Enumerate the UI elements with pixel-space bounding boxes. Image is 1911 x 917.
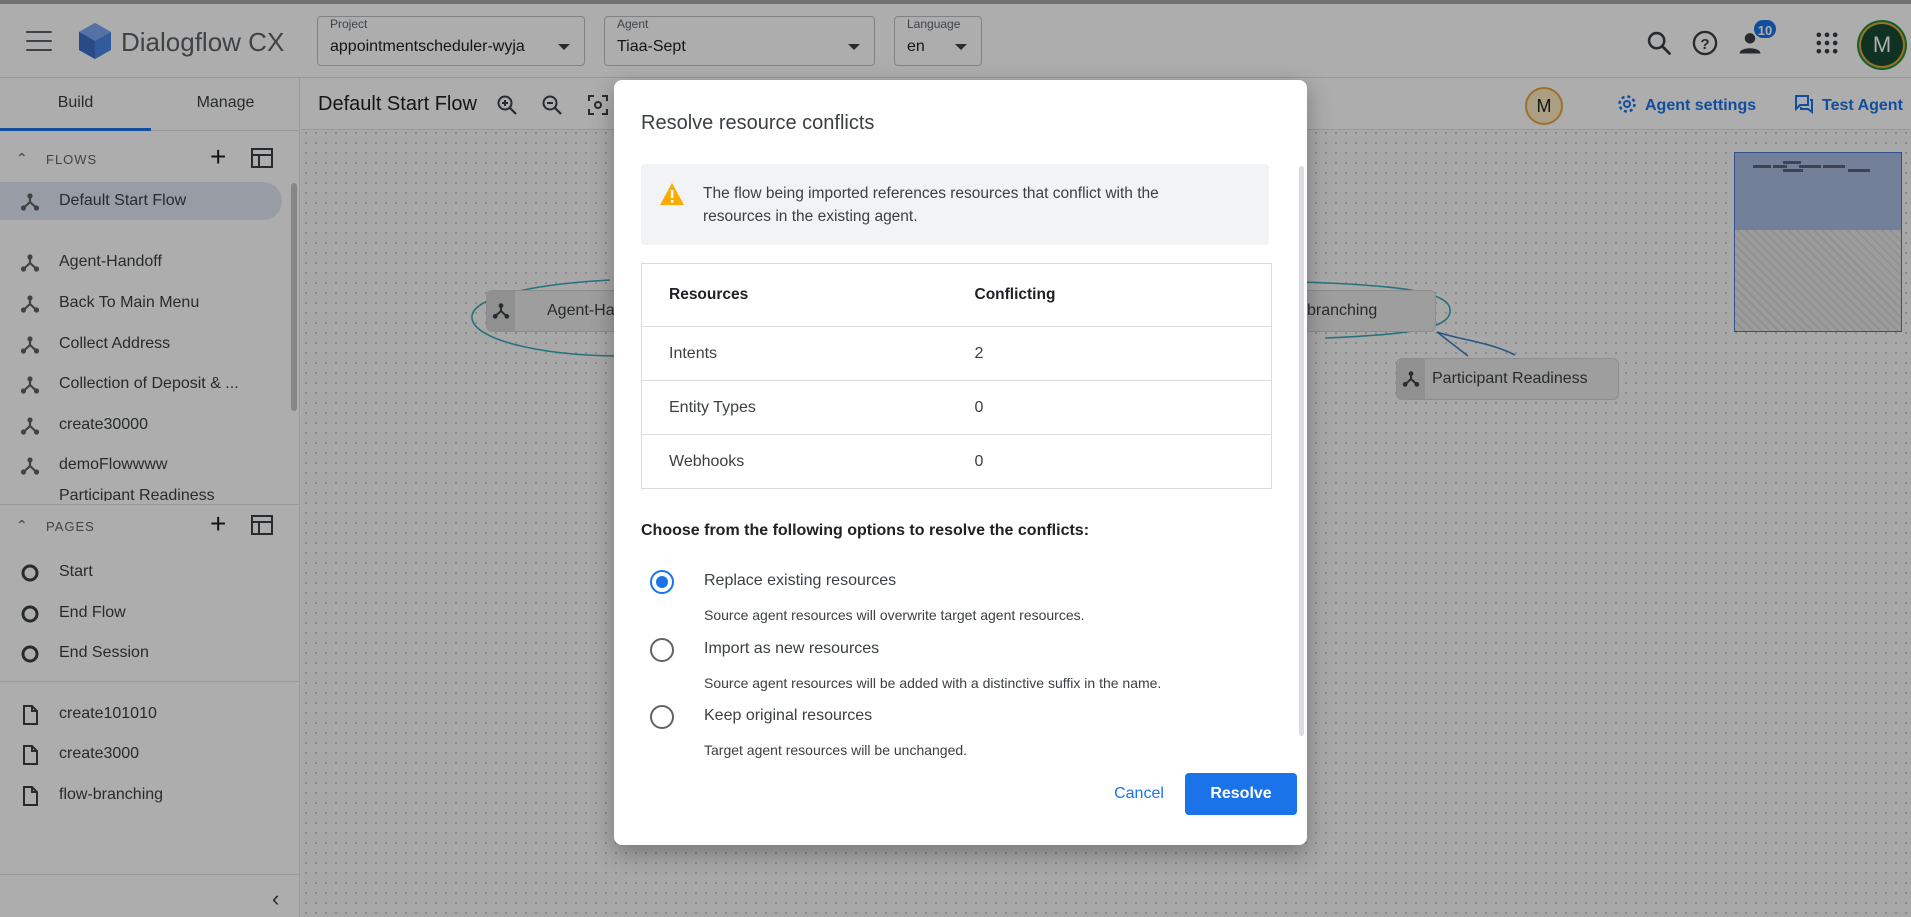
option-description: Source agent resources will be added wit… bbox=[704, 675, 1162, 691]
table-row: Intents 2 bbox=[641, 326, 1272, 381]
conflict-count-cell: 0 bbox=[974, 452, 984, 470]
options-prompt: Choose from the following options to res… bbox=[641, 522, 1090, 539]
option-label: Replace existing resources bbox=[704, 572, 897, 589]
conflict-count-cell: 2 bbox=[947, 326, 1272, 381]
dialog-title: Resolve resource conflicts bbox=[641, 112, 875, 134]
resolve-conflicts-dialog: Resolve resource conflicts The flow bein… bbox=[614, 80, 1307, 845]
dialog-scrollbar[interactable] bbox=[1299, 166, 1304, 736]
resolve-button[interactable]: Resolve bbox=[1185, 773, 1297, 815]
radio-keep-original[interactable] bbox=[650, 705, 674, 729]
conflict-count-cell: 0 bbox=[947, 380, 1272, 435]
radio-import-as-new[interactable] bbox=[650, 638, 674, 662]
option-description: Source agent resources will overwrite ta… bbox=[704, 607, 1085, 623]
option-label: Import as new resources bbox=[704, 640, 880, 657]
warning-banner: The flow being imported references resou… bbox=[641, 164, 1269, 245]
warning-icon bbox=[660, 183, 684, 205]
resource-cell: Intents bbox=[641, 326, 948, 381]
option-description: Target agent resources will be unchanged… bbox=[704, 742, 968, 758]
resource-cell: Webhooks bbox=[669, 452, 745, 470]
resource-cell: Entity Types bbox=[641, 380, 948, 435]
option-label: Keep original resources bbox=[704, 707, 873, 724]
cancel-button[interactable]: Cancel bbox=[1104, 773, 1174, 815]
radio-replace-existing[interactable] bbox=[650, 570, 674, 594]
column-header-resources: Resources bbox=[641, 263, 948, 327]
table-row: Entity Types 0 bbox=[641, 380, 1272, 435]
column-header-conflicting: Conflicting bbox=[947, 263, 1272, 327]
table-row: Webhooks 0 bbox=[642, 435, 1272, 489]
conflicts-table: Resources Conflicting Intents 2 Entity T… bbox=[641, 263, 1272, 489]
warning-text: The flow being imported references resou… bbox=[703, 185, 1159, 225]
table-header-row: Resources Conflicting bbox=[641, 263, 1272, 327]
